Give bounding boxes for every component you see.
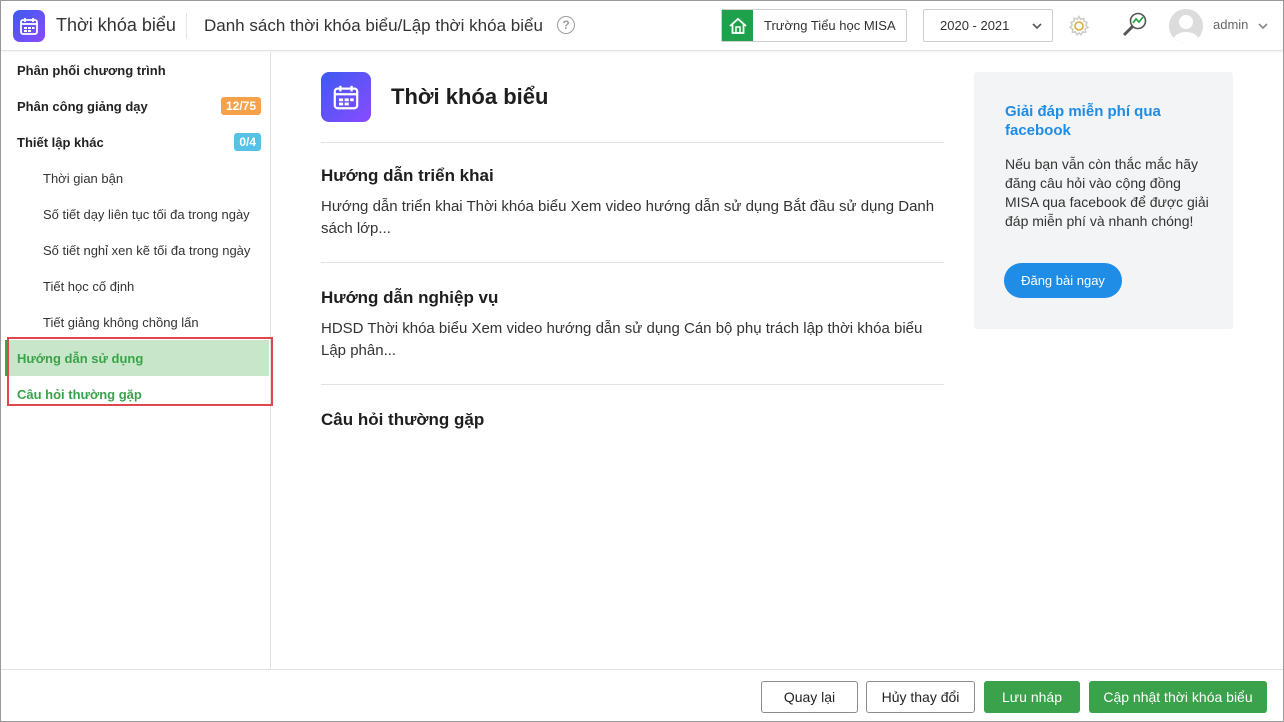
sidebar-item-label: Phân công giảng dạy xyxy=(17,98,148,114)
breadcrumb: Danh sách thời khóa biểu/Lập thời khóa b… xyxy=(204,16,543,35)
section-title-huong-dan-nghiep-vu[interactable]: Hướng dẫn nghiệp vụ xyxy=(321,288,498,308)
year-value: 2020 - 2021 xyxy=(940,18,1010,33)
section-title-huong-dan-trien-khai[interactable]: Hướng dẫn triển khai xyxy=(321,166,494,186)
footer: Quay lại Hủy thay đổi Lưu nháp Cập nhật … xyxy=(1,669,1283,721)
divider xyxy=(186,13,187,39)
sidebar-item-label: Tiết giảng không chồng lấn xyxy=(43,314,199,330)
home-icon xyxy=(722,10,753,41)
sidebar-item-thiet-lap-khac[interactable]: Thiết lập khác 0/4 xyxy=(5,124,269,160)
gear-icon[interactable] xyxy=(1067,14,1091,43)
chevron-down-icon[interactable] xyxy=(1257,20,1269,32)
calendar-icon[interactable] xyxy=(13,10,45,42)
calendar-icon xyxy=(321,72,371,122)
top-bar: Thời khóa biểu Danh sách thời khóa biểu/… xyxy=(1,1,1283,51)
section-text: HDSD Thời khóa biểu Xem video hướng dẫn … xyxy=(321,320,923,359)
school-name: Trường Tiểu học MISA xyxy=(764,18,896,33)
post-now-button[interactable]: Đăng bài ngay xyxy=(1004,263,1122,298)
sidebar-item-label: Phân phối chương trình xyxy=(17,62,166,78)
section-text: Hướng dẫn triển khai Thời khóa biểu Xem … xyxy=(321,198,935,237)
page-title: Thời khóa biểu xyxy=(391,84,549,109)
sidebar-item-label: Tiết học cố định xyxy=(43,278,135,294)
chevron-down-icon xyxy=(1032,23,1042,30)
facebook-help-card: Giải đáp miễn phí qua facebook Nếu bạn v… xyxy=(974,72,1233,329)
sidebar-item-so-tiet-day-lien-tuc[interactable]: Số tiết dạy liên tục tối đa trong ngày xyxy=(5,196,269,232)
sidebar-item-label: Số tiết dạy liên tục tối đa trong ngày xyxy=(43,206,250,222)
sidebar: Phân phối chương trình Phân công giảng d… xyxy=(1,52,273,669)
app-title[interactable]: Thời khóa biểu xyxy=(56,15,176,36)
sidebar-item-label: Số tiết nghỉ xen kẽ tối đa trong ngày xyxy=(43,242,251,258)
help-icon[interactable]: ? xyxy=(557,16,575,34)
user-name[interactable]: admin xyxy=(1213,17,1248,32)
section-title-cau-hoi-thuong-gap[interactable]: Câu hỏi thường gặp xyxy=(321,410,484,430)
divider xyxy=(321,262,944,263)
count-badge: 0/4 xyxy=(234,133,261,151)
sidebar-item-so-tiet-nghi-xen-ke[interactable]: Số tiết nghỉ xen kẽ tối đa trong ngày xyxy=(5,232,269,268)
card-text: Nếu bạn vẫn còn thắc mắc hãy đăng câu hỏ… xyxy=(1005,156,1209,229)
sidebar-item-tiet-giang-khong-chong-lan[interactable]: Tiết giảng không chồng lấn xyxy=(5,304,269,340)
sidebar-item-huong-dan-su-dung[interactable]: Hướng dẫn sử dụng xyxy=(5,340,269,376)
sidebar-item-phan-cong-giang-day[interactable]: Phân công giảng dạy 12/75 xyxy=(5,88,269,124)
sidebar-item-phan-phoi-chuong-trinh[interactable]: Phân phối chương trình xyxy=(5,52,269,88)
year-select[interactable]: 2020 - 2021 xyxy=(923,9,1053,42)
card-title: Giải đáp miễn phí qua facebook xyxy=(1005,103,1161,139)
cancel-changes-button[interactable]: Hủy thay đổi xyxy=(866,681,975,713)
divider xyxy=(321,384,944,385)
sidebar-item-thoi-gian-ban[interactable]: Thời gian bận xyxy=(5,160,269,196)
sidebar-item-tiet-hoc-co-dinh[interactable]: Tiết học cố định xyxy=(5,268,269,304)
sidebar-item-label: Thời gian bận xyxy=(43,170,124,186)
sidebar-item-label: Thiết lập khác xyxy=(17,134,104,150)
back-button[interactable]: Quay lại xyxy=(761,681,858,713)
sidebar-item-label: Câu hỏi thường gặp xyxy=(17,386,142,402)
school-selector[interactable]: Trường Tiểu học MISA xyxy=(721,9,907,42)
user-avatar[interactable] xyxy=(1169,9,1203,43)
count-badge: 12/75 xyxy=(220,97,261,115)
sidebar-item-label: Hướng dẫn sử dụng xyxy=(17,350,144,366)
update-timetable-button[interactable]: Cập nhật thời khóa biểu xyxy=(1089,681,1267,713)
chart-search-icon[interactable] xyxy=(1120,10,1150,45)
divider xyxy=(321,142,944,143)
sidebar-item-cau-hoi-thuong-gap[interactable]: Câu hỏi thường gặp xyxy=(5,376,269,412)
save-draft-button[interactable]: Lưu nháp xyxy=(984,681,1080,713)
